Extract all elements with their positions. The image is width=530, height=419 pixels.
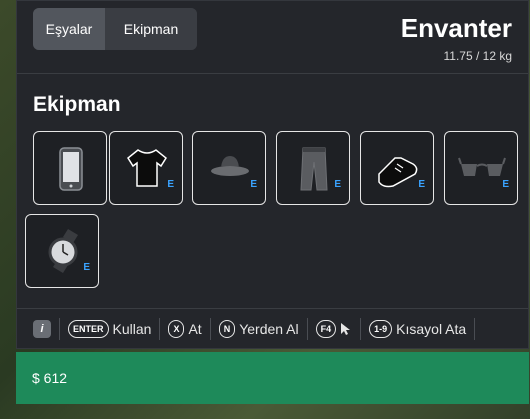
hint-bar: i ENTER Kullan X At N Yerden Al F4 1-9 K…	[17, 308, 528, 348]
shoe-icon	[378, 157, 418, 188]
equip-tag: E	[250, 179, 257, 190]
n-key-icon: N	[218, 319, 236, 338]
hint-drop: X At	[168, 319, 202, 338]
hint-info[interactable]: i	[33, 319, 51, 338]
hint-shortcut: 1-9 Kısayol Ata	[369, 319, 467, 338]
equip-tag: E	[418, 179, 425, 190]
digit-keys-icon: 1-9	[369, 319, 393, 338]
section-title: Ekipman	[33, 93, 121, 116]
tab-items[interactable]: Eşyalar	[33, 8, 105, 50]
hint-separator	[159, 317, 161, 340]
inventory-panel: Eşyalar Ekipman Envanter 11.75 / 12 kg E…	[16, 0, 529, 349]
hint-pickup: N Yerden Al	[218, 319, 299, 338]
slot-hat[interactable]: E	[192, 131, 266, 205]
shirt-icon	[127, 149, 167, 187]
hint-shortcut-label: Kısayol Ata	[396, 320, 467, 337]
hint-separator	[209, 317, 211, 340]
hint-separator	[474, 317, 476, 340]
phone-icon	[59, 147, 83, 191]
hat-icon	[211, 156, 249, 176]
hint-drop-label: At	[188, 320, 202, 337]
hint-pickup-label: Yerden Al	[239, 320, 299, 337]
weight-readout: 11.75 / 12 kg	[443, 49, 513, 63]
money-amount: $ 612	[32, 370, 68, 386]
slot-watch[interactable]: E	[25, 214, 99, 288]
hint-separator	[360, 317, 362, 340]
equip-tag: E	[83, 262, 90, 273]
hint-use-label: Kullan	[112, 320, 152, 337]
tab-equipment[interactable]: Ekipman	[105, 8, 197, 50]
tab-bar: Eşyalar Ekipman	[33, 8, 197, 50]
equip-tag: E	[167, 179, 174, 190]
cursor-icon	[341, 322, 351, 335]
x-key-icon: X	[168, 319, 185, 338]
info-icon[interactable]: i	[33, 319, 51, 338]
equip-tag: E	[502, 179, 509, 190]
watch-icon	[48, 229, 78, 273]
slot-shirt[interactable]: E	[109, 131, 183, 205]
hint-cursor: F4	[315, 319, 353, 338]
pants-icon	[300, 147, 328, 191]
slot-glasses[interactable]: E	[444, 131, 518, 205]
header-divider	[17, 73, 528, 74]
equip-tag: E	[334, 179, 341, 190]
slot-pants[interactable]: E	[276, 131, 350, 205]
hint-use: ENTER Kullan	[68, 319, 152, 338]
slot-phone[interactable]	[33, 131, 107, 205]
money-bar: $ 612	[16, 352, 529, 404]
enter-key-icon: ENTER	[68, 319, 109, 338]
slot-shoes[interactable]: E	[360, 131, 434, 205]
hint-separator	[59, 317, 60, 340]
panel-title: Envanter	[400, 13, 512, 43]
hint-separator	[306, 317, 308, 340]
glasses-icon	[458, 157, 506, 176]
f4-key-icon: F4	[315, 319, 337, 338]
